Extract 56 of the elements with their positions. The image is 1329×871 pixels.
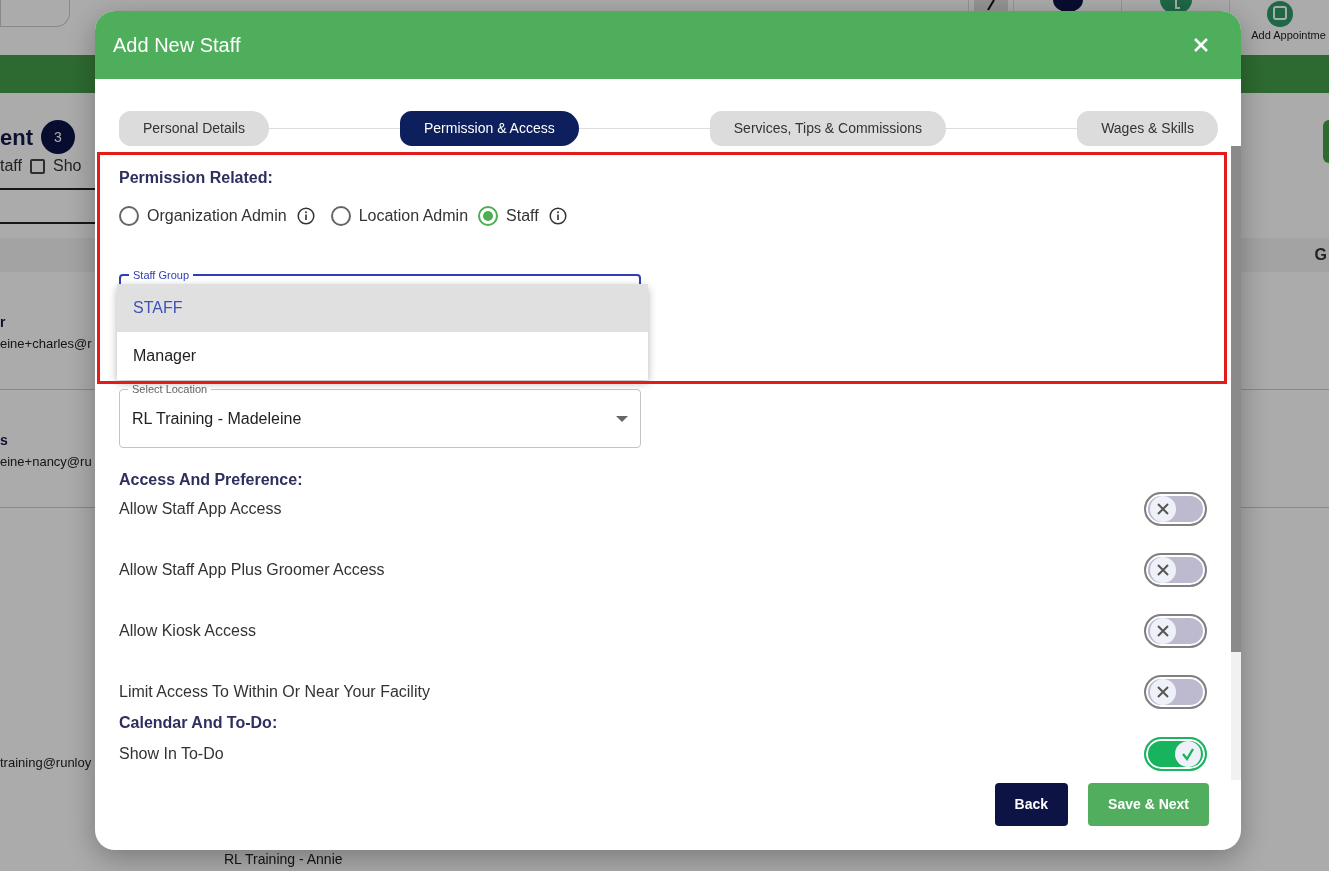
toggle-switch[interactable] xyxy=(1144,614,1207,648)
radio-label: Staff xyxy=(506,206,539,226)
x-icon xyxy=(1157,503,1169,515)
toggle-label: Show In To-Do xyxy=(119,744,224,764)
x-icon xyxy=(1157,625,1169,637)
toggle-switch[interactable] xyxy=(1144,737,1207,771)
check-icon xyxy=(1181,747,1195,761)
avatar-icon[interactable] xyxy=(1052,0,1083,12)
add-button[interactable] xyxy=(1323,120,1329,163)
checkbox[interactable] xyxy=(29,158,45,174)
toggle-switch[interactable] xyxy=(1144,675,1207,709)
toggle-label: Limit Access To Within Or Near Your Facility xyxy=(119,682,430,702)
section-heading: Calendar And To-Do: xyxy=(119,713,279,733)
staff-email: eine+nancy@ru xyxy=(0,453,92,471)
radio-label: Organization Admin xyxy=(147,206,287,226)
x-icon xyxy=(1157,564,1169,576)
toggle-label: Allow Kiosk Access xyxy=(119,621,256,641)
toggle-label: Allow Staff App Access xyxy=(119,499,282,519)
close-icon xyxy=(1193,37,1209,53)
field-label: Staff Group xyxy=(129,268,194,282)
filter-label: taff xyxy=(0,156,22,176)
radio-label: Location Admin xyxy=(358,206,469,226)
info-icon[interactable] xyxy=(548,207,567,225)
page-heading: ent xyxy=(0,123,33,152)
step-tab[interactable]: Wages & Skills xyxy=(1077,111,1218,146)
radio-button[interactable] xyxy=(119,206,139,226)
staff-name: r xyxy=(0,313,7,332)
toggle-switch[interactable] xyxy=(1144,553,1207,587)
location-text: RL Training - Annie xyxy=(224,851,343,867)
staff-name: s xyxy=(0,431,9,450)
staff-email: eine+charles@r xyxy=(0,335,92,353)
info-icon[interactable] xyxy=(296,207,315,225)
toggle-label: Allow Staff App Plus Groomer Access xyxy=(119,560,385,580)
search-field[interactable] xyxy=(0,0,70,27)
modal-title: Add New Staff xyxy=(113,33,241,57)
radio-button[interactable] xyxy=(330,206,351,226)
scrollbar[interactable] xyxy=(1231,146,1241,780)
step-tab[interactable]: Permission & Access xyxy=(400,111,579,146)
radio-button[interactable] xyxy=(478,206,499,226)
toggle-switch[interactable] xyxy=(1144,492,1207,526)
staff-email: training@runloy xyxy=(0,754,92,772)
section-heading: Access And Preference: xyxy=(119,470,304,490)
select-value: RL Training - Madeleine xyxy=(132,408,302,429)
calendar-add-icon[interactable] xyxy=(1265,1,1294,28)
section-heading: Permission Related: xyxy=(119,168,274,188)
toolbar-label: Add Appointme xyxy=(1251,28,1326,44)
dropdown-option[interactable]: STAFF xyxy=(117,284,648,332)
count-badge: 3 xyxy=(41,120,75,154)
step-tab[interactable]: Personal Details xyxy=(119,111,269,146)
dropdown-option[interactable]: Manager xyxy=(117,332,648,380)
back-button[interactable]: Back xyxy=(994,783,1069,826)
column-header: G xyxy=(1314,245,1327,265)
checkbox-label: Sho xyxy=(52,156,82,176)
caret-icon xyxy=(616,415,628,422)
step-tab[interactable]: Services, Tips & Commissions xyxy=(709,111,947,146)
x-icon xyxy=(1157,686,1169,698)
